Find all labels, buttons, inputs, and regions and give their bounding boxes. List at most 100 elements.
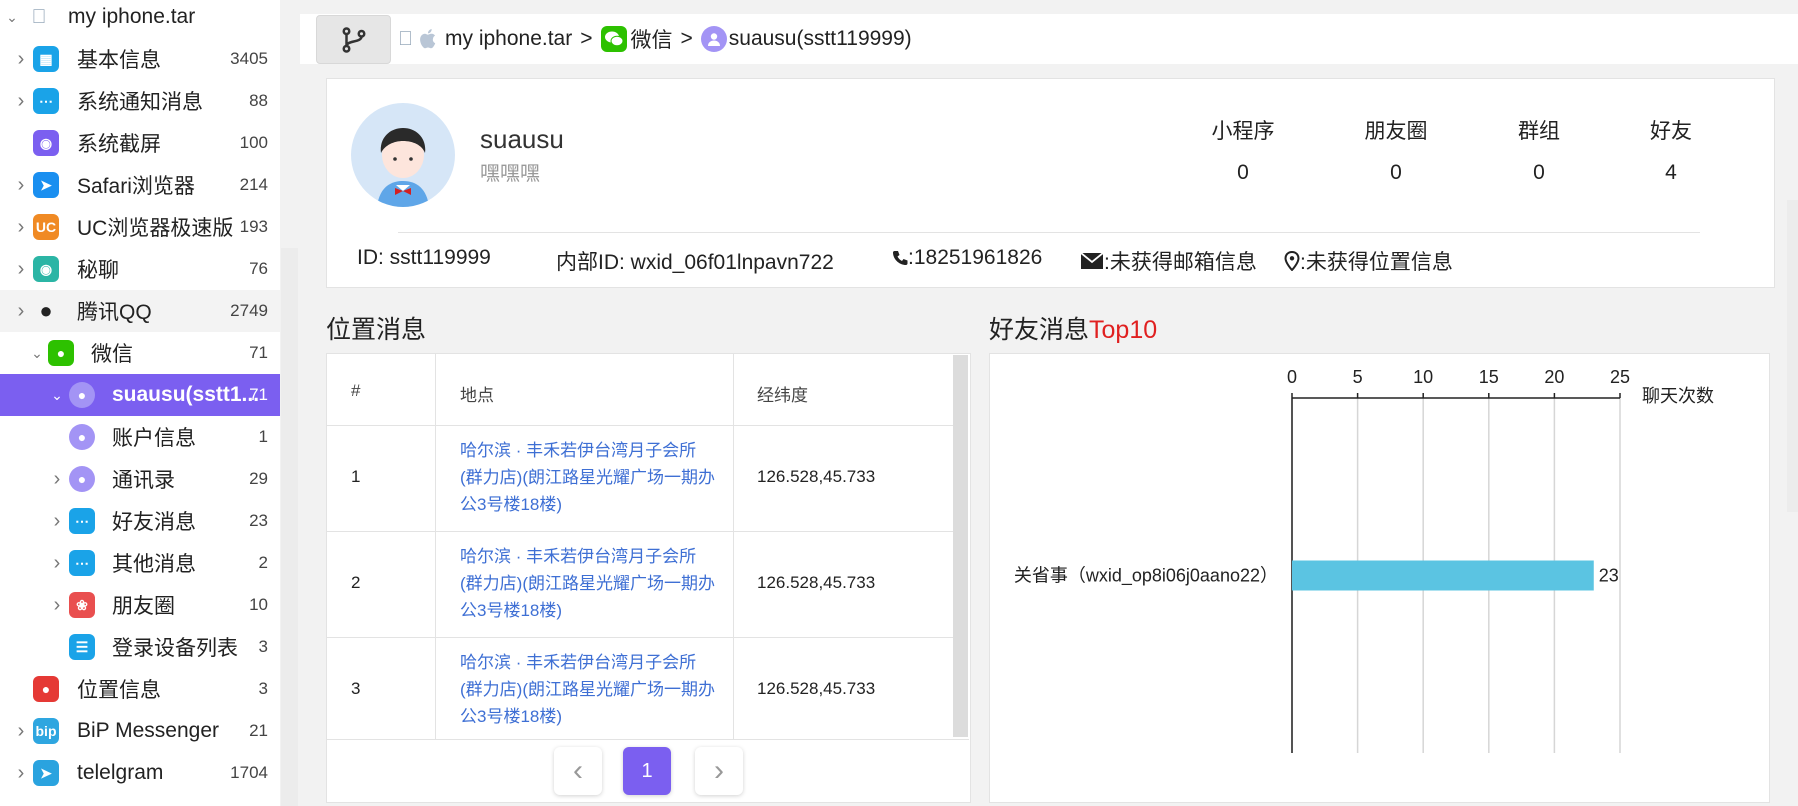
- data-label: 23: [1599, 566, 1619, 586]
- stat-friends-value[interactable]: 4: [1601, 161, 1741, 185]
- chevron-right-icon[interactable]: ›: [14, 90, 28, 112]
- phone-number: :18251961826: [908, 246, 1043, 269]
- tree-root-item[interactable]: ⌄  my iphone.tar: [0, 0, 280, 38]
- sidebar-item[interactable]: › ➤ telelgram 1704: [0, 752, 280, 794]
- sidebar-item[interactable]: ⌄ ● suausu(sstt1... 71: [0, 374, 280, 416]
- wechat-id: ID: sstt119999: [357, 246, 491, 269]
- sidebar-item[interactable]: › ▦ 基本信息 3405: [0, 38, 280, 80]
- stat-mini-programs-value[interactable]: 0: [1173, 161, 1313, 185]
- chat-bubble-icon: ⋯: [33, 88, 59, 114]
- place-link[interactable]: 哈尔滨 · 丰禾若伊台湾月子会所(群力店)(朗江路星光耀广场一期办公3号楼18楼…: [460, 649, 715, 730]
- sidebar-item[interactable]: › ◉ 秘聊 76: [0, 248, 280, 290]
- sidebar-item[interactable]: ☰ 登录设备列表 3: [0, 626, 280, 668]
- chevron-right-icon[interactable]: ›: [14, 762, 28, 784]
- tree-item-label: UC浏览器极速版: [77, 217, 234, 240]
- breadcrumb-separator: >: [681, 27, 693, 51]
- bar: [1292, 560, 1594, 591]
- item-count: 1704: [230, 763, 268, 782]
- uc-icon: UC: [33, 214, 59, 240]
- chevron-right-icon[interactable]: ›: [14, 300, 28, 322]
- sidebar-item[interactable]: › UC UC浏览器极速版 193: [0, 206, 280, 248]
- branch-button[interactable]: [316, 15, 391, 64]
- chevron-right-icon[interactable]: ›: [50, 552, 64, 574]
- row-coords: 126.528,45.733: [757, 679, 876, 698]
- chevron-down-icon[interactable]: ⌄: [50, 387, 64, 403]
- sidebar-item[interactable]: ● 位置信息 3: [0, 668, 280, 710]
- chevron-right-icon[interactable]: ›: [14, 48, 28, 70]
- bip-icon: bip: [33, 718, 59, 744]
- list-icon: ☰: [69, 634, 95, 660]
- page-1-button[interactable]: 1: [623, 747, 671, 795]
- tree-item-label: 微信: [91, 343, 133, 366]
- chevron-right-icon[interactable]: ›: [14, 258, 28, 280]
- item-count: 29: [249, 469, 268, 488]
- table-scrollbar[interactable]: [953, 355, 968, 737]
- column-divider: [733, 354, 734, 740]
- chevron-right-icon[interactable]: ›: [50, 594, 64, 616]
- tree-item-label: suausu(sstt1...: [112, 383, 260, 406]
- chevron-right-icon[interactable]: ›: [14, 174, 28, 196]
- internal-id: 内部ID: wxid_06f01lnpavn722: [556, 251, 834, 274]
- tick-label: 5: [1353, 367, 1363, 387]
- breadcrumb-account[interactable]: suausu(sstt119999): [729, 27, 912, 51]
- place-link[interactable]: 哈尔滨 · 丰禾若伊台湾月子会所(群力店)(朗江路星光耀广场一期办公3号楼18楼…: [460, 437, 715, 518]
- column-divider: [435, 354, 436, 740]
- apple-icon: [420, 29, 436, 49]
- chevron-right-icon[interactable]: ›: [50, 510, 64, 532]
- wechat-icon: [600, 26, 627, 52]
- prev-page-button[interactable]: ‹: [554, 747, 602, 795]
- chevron-right-icon[interactable]: ›: [14, 216, 28, 238]
- location-text: :未获得位置信息: [1300, 251, 1453, 274]
- friends-section-title: 好友消息Top10: [989, 310, 1157, 346]
- item-count: 2: [258, 553, 268, 572]
- sidebar-item[interactable]: › ⋯ 好友消息 23: [0, 500, 280, 542]
- sidebar-item[interactable]: › ● 腾讯QQ 2749: [0, 290, 280, 332]
- chevron-right-icon[interactable]: ›: [50, 468, 64, 490]
- sidebar-item[interactable]: › bip BiP Messenger 21: [0, 710, 280, 752]
- category-label: 关省事（wxid_op8i06j0aano22）: [1014, 566, 1278, 587]
- item-count: 71: [249, 385, 268, 404]
- profile-name: suausu: [480, 124, 564, 154]
- friends-title-accent: Top10: [1089, 316, 1158, 344]
- sidebar-item[interactable]: ● 账户信息 1: [0, 416, 280, 458]
- sidebar-item[interactable]: › ● 通讯录 29: [0, 458, 280, 500]
- sidebar-item[interactable]: › ⋯ 系统通知消息 88: [0, 80, 280, 122]
- sidebar-item[interactable]: › ❀ 朋友圈 10: [0, 584, 280, 626]
- row-divider: [327, 425, 953, 426]
- friends-title-main: 好友消息: [989, 316, 1090, 344]
- stat-moments-value[interactable]: 0: [1326, 161, 1466, 185]
- next-page-button[interactable]: ›: [695, 747, 743, 795]
- breadcrumb-app[interactable]: 微信: [631, 24, 673, 54]
- aperture-icon: ❀: [69, 592, 95, 618]
- sidebar-item[interactable]: ⌄ ● 微信 71: [0, 332, 280, 374]
- tree-item-label: 位置信息: [77, 679, 161, 702]
- row-divider: [327, 637, 953, 638]
- stat-groups-value[interactable]: 0: [1469, 161, 1609, 185]
- tree-item-label: my iphone.tar: [68, 5, 196, 28]
- friends-chart: 0 5 10 15 20 25 聊天次数关省事（wxid_op8i06j0aano22） 23: [1014, 367, 1714, 753]
- location-section-title: 位置消息: [326, 316, 427, 344]
- tree-item-label: 系统通知消息: [77, 91, 203, 114]
- sidebar-item[interactable]: › ⋯ 其他消息 2: [0, 542, 280, 584]
- sidebar-item[interactable]: › ➤ Safari浏览器 214: [0, 164, 280, 206]
- chevron-down-icon[interactable]: ⌄: [30, 345, 44, 361]
- row-divider: [327, 739, 969, 740]
- chevron-down-icon[interactable]: ⌄: [5, 9, 19, 25]
- chat-bubble-icon: ⋯: [69, 550, 95, 576]
- column-header-index: #: [351, 381, 361, 400]
- sidebar-scrollbar[interactable]: [281, 248, 298, 806]
- mask-icon: ◉: [33, 256, 59, 282]
- chevron-right-icon[interactable]: ›: [14, 720, 28, 742]
- map-marker-icon: [1284, 251, 1300, 271]
- tree-item-label: BiP Messenger: [77, 719, 220, 742]
- tick-label: 20: [1544, 367, 1564, 387]
- tree-item-label: 好友消息: [112, 511, 196, 534]
- apple-icon: : [26, 4, 52, 30]
- tree-item-label: 登录设备列表: [112, 637, 238, 660]
- breadcrumb-root[interactable]: my iphone.tar: [445, 27, 572, 51]
- branch-icon: [341, 26, 366, 53]
- tree-item-label: 朋友圈: [112, 595, 175, 618]
- place-link[interactable]: 哈尔滨 · 丰禾若伊台湾月子会所(群力店)(朗江路星光耀广场一期办公3号楼18楼…: [460, 543, 715, 624]
- sidebar-item[interactable]: ◉ 系统截屏 100: [0, 122, 280, 164]
- chart-scrollbar[interactable]: [1787, 200, 1798, 512]
